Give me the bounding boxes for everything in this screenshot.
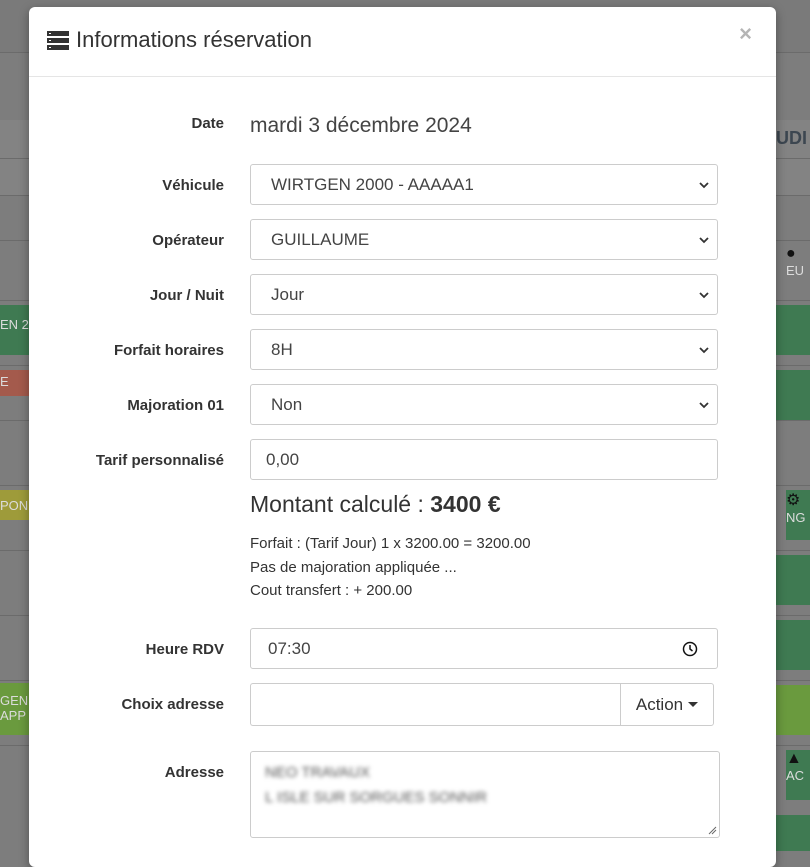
choix-adresse-input[interactable]: [250, 683, 620, 726]
date-label: Date: [191, 115, 224, 132]
vehicule-label: Véhicule: [162, 177, 224, 194]
chevron-down-icon: [699, 182, 709, 189]
modal-title: Informations réservation: [47, 27, 312, 53]
detail-transfert: Cout transfert : + 200.00: [250, 582, 413, 599]
forfait-select[interactable]: 8H: [250, 329, 718, 370]
majoration-select[interactable]: Non: [250, 384, 718, 425]
majoration-value: Non: [271, 394, 303, 414]
action-label: Action: [635, 694, 684, 714]
jour-nuit-select[interactable]: Jour: [250, 274, 718, 315]
reservation-modal: Informations réservation × Date mardi 3 …: [29, 7, 776, 867]
jour-nuit-label: Jour / Nuit: [149, 287, 224, 304]
operateur-select[interactable]: GUILLAUME: [250, 219, 718, 260]
montant-calcule: Montant calculé : 3400 €: [250, 491, 501, 518]
chevron-down-icon: [699, 237, 709, 244]
operateur-label: Opérateur: [152, 232, 224, 249]
adresse-textarea[interactable]: NEO TRAVAUX L ISLE SUR SORGUES SONNIR: [250, 751, 720, 838]
bg-event-chip[interactable]: [776, 555, 810, 605]
bg-event-chip[interactable]: E: [0, 370, 29, 396]
detail-forfait: Forfait : (Tarif Jour) 1 x 3200.00 = 320…: [250, 535, 531, 552]
montant-value: 3400 €: [430, 491, 501, 517]
tarif-value: 0,00: [266, 449, 300, 469]
close-button[interactable]: ×: [739, 23, 752, 45]
bg-chip-text: AC: [786, 768, 805, 783]
bg-event-chip[interactable]: [776, 305, 810, 355]
modal-title-text: Informations réservation: [76, 27, 312, 52]
operateur-value: GUILLAUME: [271, 229, 370, 249]
caret-down-icon: [688, 702, 699, 707]
bg-day-header: UDI: [776, 128, 807, 148]
tarif-input[interactable]: 0,00: [250, 439, 718, 480]
detail-majoration: Pas de majoration appliquée ...: [250, 559, 457, 576]
vehicule-value: WIRTGEN 2000 - AAAAA1: [271, 174, 474, 194]
forfait-value: 8H: [271, 339, 293, 359]
server-icon: [47, 31, 69, 50]
choix-adresse-label: Choix adresse: [121, 696, 224, 713]
heure-value: 07:30: [268, 638, 311, 658]
bg-event-chip[interactable]: [776, 620, 810, 670]
gear-icon: ⚙: [786, 492, 801, 509]
heure-input[interactable]: 07:30: [250, 628, 718, 669]
chevron-down-icon: [699, 402, 709, 409]
date-value: mardi 3 décembre 2024: [250, 114, 472, 137]
jour-nuit-value: Jour: [271, 284, 305, 304]
heure-label: Heure RDV: [145, 641, 224, 658]
clock-icon[interactable]: [682, 641, 698, 657]
tarif-label: Tarif personnalisé: [95, 452, 224, 469]
chevron-down-icon: [699, 292, 709, 299]
choix-adresse-group: Action: [250, 683, 714, 726]
montant-prefix: Montant calculé :: [250, 491, 431, 517]
bg-event-chip[interactable]: ▲ AC: [786, 750, 810, 800]
bg-chip-text: NG: [786, 510, 806, 525]
majoration-label: Majoration 01: [127, 397, 224, 414]
adresse-line: L ISLE SUR SORGUES SONNIR: [265, 789, 487, 806]
binoculars-icon: ▲: [786, 750, 802, 767]
bg-event-chip[interactable]: [776, 815, 810, 851]
bg-event-chip[interactable]: ⚙ NG: [786, 490, 810, 540]
bg-event-chip[interactable]: [776, 370, 810, 420]
bg-event-chip[interactable]: [776, 685, 810, 735]
action-dropdown-button[interactable]: Action: [620, 683, 714, 726]
bg-chip-text: EU: [786, 263, 805, 278]
drop-icon: ●: [786, 245, 796, 262]
modal-header: Informations réservation ×: [29, 7, 776, 77]
adresse-line: NEO TRAVAUX: [265, 764, 371, 781]
bg-event-chip[interactable]: PONI: [0, 490, 29, 520]
bg-chip: ● EU: [786, 245, 810, 290]
chevron-down-icon: [699, 347, 709, 354]
forfait-label: Forfait horaires: [113, 342, 224, 359]
vehicule-select[interactable]: WIRTGEN 2000 - AAAAA1: [250, 164, 718, 205]
adresse-label: Adresse: [164, 764, 224, 781]
resize-handle-icon[interactable]: [708, 826, 717, 835]
